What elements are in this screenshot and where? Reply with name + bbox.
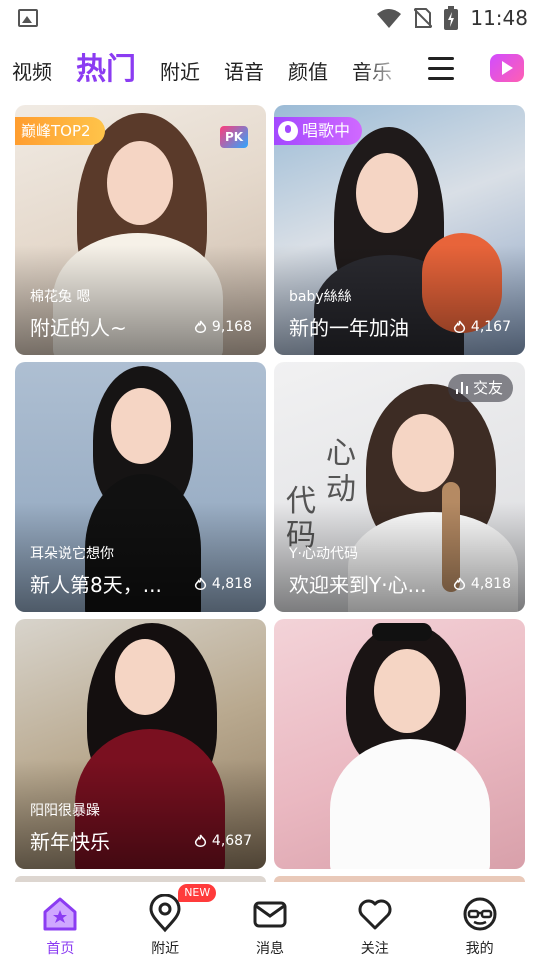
live-room-card[interactable]: 阳阳很暴躁 新年快乐 4,687 bbox=[15, 619, 266, 869]
flame-icon bbox=[194, 577, 206, 590]
flame-icon bbox=[453, 320, 465, 333]
signal-bars-icon bbox=[455, 382, 468, 394]
tab-video[interactable]: 视频 bbox=[12, 55, 52, 89]
live-room-card[interactable] bbox=[274, 619, 525, 869]
tab-voice[interactable]: 语音 bbox=[224, 55, 264, 89]
tab-hot[interactable]: 热门 bbox=[76, 51, 136, 89]
clock: 11:48 bbox=[470, 6, 528, 30]
nav-home[interactable]: 首页 bbox=[15, 882, 105, 960]
heat-count: 4,687 bbox=[211, 833, 252, 849]
nav-nearby[interactable]: NEW 附近 bbox=[120, 882, 217, 960]
new-badge: NEW bbox=[178, 884, 217, 902]
tab-list: 视频 热门 附近 语音 颜值 音乐 bbox=[0, 51, 410, 89]
tab-looks[interactable]: 颜值 bbox=[288, 55, 328, 89]
heart-icon bbox=[358, 899, 392, 930]
card-heat: 9,168 bbox=[193, 319, 252, 335]
card-title: 新人第8天，... bbox=[30, 573, 162, 597]
tab-nearby[interactable]: 附近 bbox=[160, 55, 200, 89]
live-room-card[interactable]: 唱歌中 baby絲絲 新的一年加油 4,167 bbox=[274, 105, 525, 355]
heat-count: 4,818 bbox=[211, 576, 252, 592]
card-title: 附近的人~ bbox=[30, 316, 127, 340]
card-nickname: baby絲絲 bbox=[289, 289, 352, 305]
friends-badge: 交友 bbox=[447, 374, 513, 402]
card-nickname: 阳阳很暴躁 bbox=[30, 803, 100, 819]
card-title: 欢迎来到Y·心... bbox=[289, 573, 427, 597]
menu-icon[interactable] bbox=[428, 57, 454, 81]
singing-badge: 唱歌中 bbox=[274, 117, 363, 145]
hair-bow bbox=[372, 623, 432, 641]
microphone-icon bbox=[278, 121, 298, 141]
overlay-character: 心 bbox=[326, 436, 356, 471]
status-bar: 11:48 bbox=[0, 0, 540, 36]
card-nickname: 耳朵说它想你 bbox=[30, 546, 114, 562]
heat-count: 4,167 bbox=[470, 319, 511, 335]
home-icon bbox=[43, 897, 77, 931]
heat-count: 4,818 bbox=[470, 576, 511, 592]
pk-badge: PK bbox=[220, 126, 248, 148]
battery-charging-icon bbox=[444, 6, 459, 30]
live-room-card[interactable]: 耳朵说它想你 新人第8天，... 4,818 bbox=[15, 362, 266, 612]
nav-profile[interactable]: 我的 bbox=[435, 882, 525, 960]
message-icon bbox=[253, 901, 287, 928]
heat-count: 9,168 bbox=[211, 319, 252, 335]
flame-icon bbox=[453, 577, 465, 590]
tab-fade bbox=[360, 44, 410, 96]
status-icons: 11:48 bbox=[376, 6, 528, 30]
card-nickname: 棉花兔 嗯 bbox=[30, 289, 91, 305]
peak-rank-badge: 巅峰TOP2 bbox=[15, 117, 105, 145]
live-room-grid: 巅峰TOP2 PK 棉花兔 嗯 附近的人~ 9,168 唱歌中 baby絲絲 新… bbox=[15, 105, 525, 869]
live-room-card[interactable]: 巅峰TOP2 PK 棉花兔 嗯 附近的人~ 9,168 bbox=[15, 105, 266, 355]
gallery-notification-icon bbox=[18, 9, 38, 27]
card-heat: 4,167 bbox=[452, 319, 511, 335]
profile-icon bbox=[463, 897, 497, 931]
nav-messages[interactable]: 消息 bbox=[225, 882, 315, 960]
card-heat: 4,687 bbox=[193, 833, 252, 849]
no-sim-icon bbox=[414, 8, 433, 28]
video-camera-icon[interactable] bbox=[490, 54, 524, 82]
bottom-navigation: 首页 NEW 附近 消息 关注 我的 bbox=[0, 882, 540, 960]
nav-following[interactable]: 关注 bbox=[330, 882, 420, 960]
flame-icon bbox=[194, 320, 206, 333]
card-nickname: Y·心动代码 bbox=[289, 546, 359, 562]
flame-icon bbox=[194, 834, 206, 847]
card-title: 新年快乐 bbox=[30, 830, 110, 854]
wifi-icon bbox=[377, 9, 402, 28]
card-title: 新的一年加油 bbox=[289, 316, 409, 340]
category-tabs: 视频 热门 附近 语音 颜值 音乐 bbox=[0, 44, 540, 96]
card-heat: 4,818 bbox=[452, 576, 511, 592]
live-room-card[interactable]: 心 动 代 码 交友 Y·心动代码 欢迎来到Y·心... 4,818 bbox=[274, 362, 525, 612]
card-heat: 4,818 bbox=[193, 576, 252, 592]
